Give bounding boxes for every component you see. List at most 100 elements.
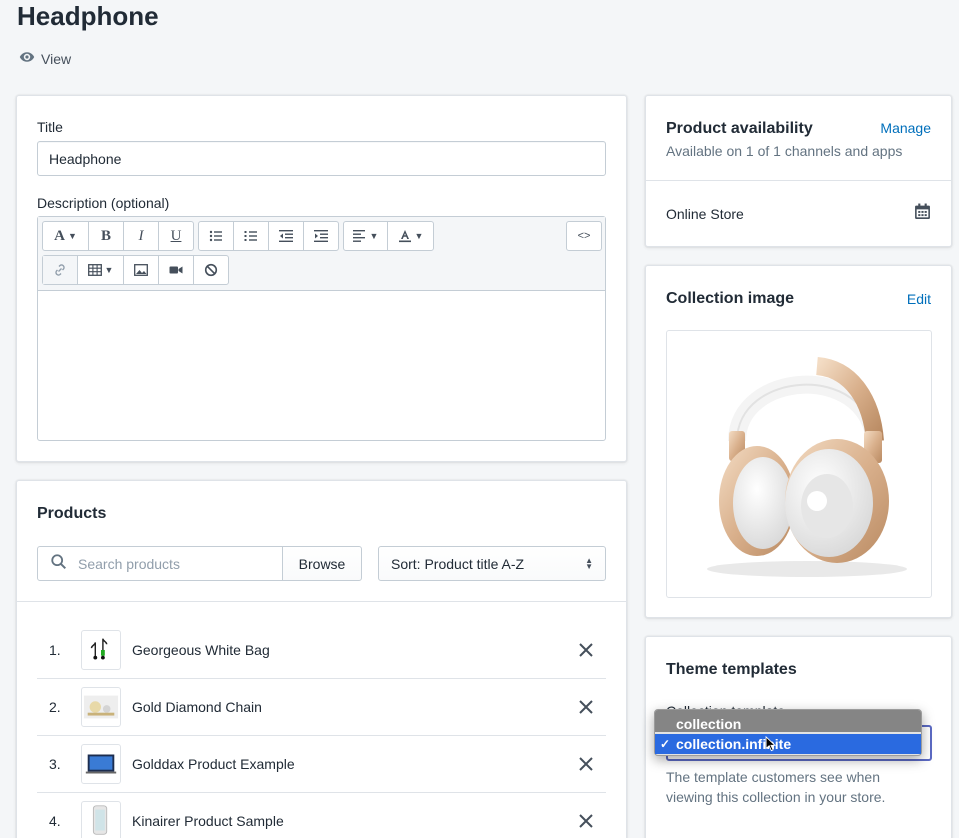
product-thumbnail: [81, 744, 121, 784]
product-name[interactable]: Kinairer Product Sample: [132, 813, 566, 829]
close-icon: [579, 643, 593, 657]
editor-toolbar: A ▼ B I U ▼ ▼ <> ▼: [38, 217, 605, 291]
products-heading: Products: [37, 505, 107, 522]
calendar-icon[interactable]: [914, 203, 931, 223]
product-row[interactable]: 1. Georgeous White Bag: [37, 622, 606, 679]
select-arrows-icon: ▲ ▼: [585, 555, 593, 571]
product-number: 4.: [49, 813, 61, 829]
collection-image-card: Collection image Edit: [645, 265, 952, 618]
search-icon: [50, 553, 68, 574]
outdent-button[interactable]: [269, 222, 304, 250]
description-textarea[interactable]: [38, 291, 605, 440]
remove-product-button[interactable]: [566, 700, 606, 714]
underline-button[interactable]: U: [159, 222, 193, 250]
template-option-collection[interactable]: collection: [655, 710, 921, 734]
image-button[interactable]: [124, 256, 159, 284]
align-left-icon: [352, 230, 365, 242]
product-number: 3.: [49, 756, 61, 772]
products-card: Products Search products Browse Sort: Pr…: [16, 480, 627, 838]
caret-down-icon: ▼: [414, 231, 424, 241]
remove-product-button[interactable]: [566, 757, 606, 771]
availability-card: Product availability Manage Available on…: [645, 95, 952, 247]
edit-image-link[interactable]: Edit: [907, 291, 931, 307]
template-help-text: The template customers see when viewing …: [666, 769, 886, 805]
product-name[interactable]: Golddax Product Example: [132, 756, 566, 772]
template-dropdown-menu: collection ✓ collection.infinite: [654, 709, 922, 756]
text-color-button[interactable]: ▼: [388, 222, 433, 250]
products-divider: [17, 601, 626, 602]
theme-heading: Theme templates: [666, 661, 797, 678]
availability-subtitle: Available on 1 of 1 channels and apps: [666, 143, 903, 159]
product-name[interactable]: Gold Diamond Chain: [132, 699, 566, 715]
sort-label: Sort: Product title A-Z: [391, 555, 525, 572]
description-label: Description (optional): [37, 195, 170, 211]
numbered-list-icon: [244, 231, 257, 241]
clear-format-button[interactable]: [194, 256, 228, 284]
collection-image[interactable]: [666, 330, 932, 598]
template-option-collection-infinite[interactable]: ✓ collection.infinite: [655, 734, 921, 754]
table-icon: [87, 264, 102, 276]
bold-button[interactable]: B: [89, 222, 124, 250]
view-link[interactable]: View: [19, 49, 71, 68]
close-icon: [579, 757, 593, 771]
bullet-list-button[interactable]: [199, 222, 234, 250]
product-number: 2.: [49, 699, 61, 715]
product-row[interactable]: 4. Kinairer Product Sample: [37, 793, 606, 838]
link-button[interactable]: [43, 256, 78, 284]
close-icon: [579, 814, 593, 828]
caret-down-icon: ▼: [104, 265, 114, 275]
html-group: <>: [566, 221, 602, 251]
description-editor: A ▼ B I U ▼ ▼ <> ▼: [37, 216, 606, 441]
headphone-image: [707, 357, 907, 577]
product-thumbnail: [81, 630, 121, 670]
italic-button[interactable]: I: [124, 222, 159, 250]
close-icon: [579, 700, 593, 714]
outdent-icon: [279, 230, 293, 242]
indent-button[interactable]: [304, 222, 338, 250]
availability-divider: [646, 180, 951, 181]
product-number: 1.: [49, 642, 61, 658]
table-button[interactable]: ▼: [78, 256, 124, 284]
caret-down-icon: ▼: [67, 231, 77, 241]
availability-heading: Product availability: [666, 120, 813, 137]
product-name[interactable]: Georgeous White Bag: [132, 642, 566, 658]
caret-down-icon: ▼: [369, 231, 379, 241]
collection-image-heading: Collection image: [666, 290, 795, 307]
remove-product-button[interactable]: [566, 814, 606, 828]
html-toggle-button[interactable]: <>: [567, 222, 601, 250]
text-color-icon: [398, 230, 411, 243]
search-placeholder: Search products: [78, 555, 180, 572]
eye-icon: [19, 49, 35, 68]
page-title: Headphone: [17, 1, 159, 31]
title-field[interactable]: Headphone: [37, 141, 606, 176]
sort-select[interactable]: Sort: Product title A-Z ▲ ▼: [378, 546, 606, 581]
product-thumbnail: [81, 687, 121, 727]
remove-product-button[interactable]: [566, 643, 606, 657]
title-label: Title: [37, 119, 63, 135]
mouse-cursor-icon: [765, 735, 777, 755]
details-card: Title Headphone Description (optional) A…: [16, 95, 627, 462]
checkmark-icon: ✓: [660, 737, 671, 751]
manage-link[interactable]: Manage: [880, 120, 931, 136]
video-button[interactable]: [159, 256, 194, 284]
bullet-list-icon: [209, 230, 222, 242]
insert-group: ▼: [42, 255, 229, 285]
view-label: View: [41, 50, 72, 67]
list-group: [198, 221, 339, 251]
clear-format-icon: [204, 263, 218, 277]
indent-icon: [314, 230, 328, 242]
align-button[interactable]: ▼: [344, 222, 388, 250]
browse-button[interactable]: Browse: [282, 546, 362, 581]
numbered-list-button[interactable]: [234, 222, 269, 250]
text-format-group: A ▼ B I U: [42, 221, 194, 251]
product-thumbnail: [81, 801, 121, 838]
image-icon: [134, 264, 148, 276]
video-icon: [169, 266, 183, 274]
channel-name: Online Store: [666, 206, 744, 222]
font-style-button[interactable]: A ▼: [43, 222, 89, 250]
product-row[interactable]: 2. Gold Diamond Chain: [37, 679, 606, 736]
search-products-input[interactable]: Search products: [37, 546, 283, 581]
link-icon: [55, 264, 65, 276]
product-row[interactable]: 3. Golddax Product Example: [37, 736, 606, 793]
align-color-group: ▼ ▼: [343, 221, 434, 251]
